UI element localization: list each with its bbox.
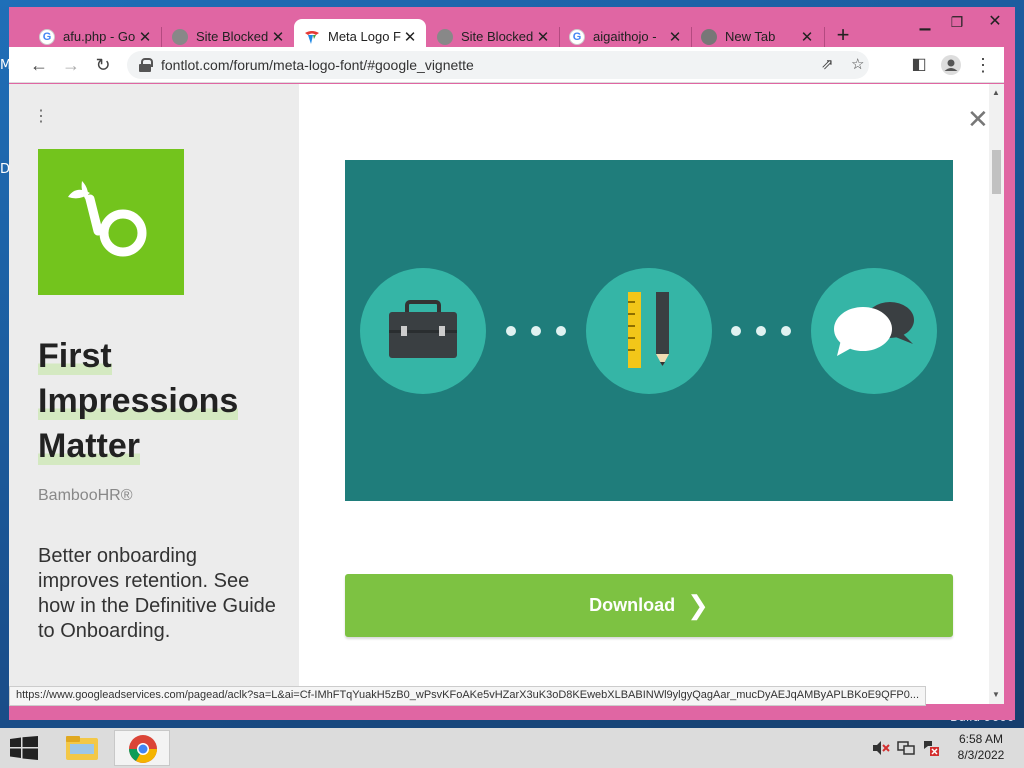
fontlot-icon <box>304 29 320 45</box>
minimize-button[interactable]: ▁ <box>909 9 941 35</box>
close-tab-icon[interactable]: ✕ <box>137 28 153 46</box>
ad-copy[interactable]: Better onboarding improves retention. Se… <box>38 544 278 644</box>
action-center-icon[interactable] <box>922 740 940 756</box>
side-panel-icon[interactable]: ◧ <box>907 53 931 77</box>
new-tab-button[interactable]: + <box>831 23 855 47</box>
lock-icon[interactable] <box>139 58 153 72</box>
tab-title: Meta Logo F <box>328 29 401 44</box>
bookmark-star-icon[interactable]: ☆ <box>851 51 864 79</box>
download-button[interactable]: Download ❯ <box>345 574 953 637</box>
profile-avatar[interactable] <box>939 53 963 77</box>
sidebar-ad[interactable]: ⋮ First Impressions Matter BambooHR® Bet… <box>9 84 299 704</box>
google-icon: G <box>39 28 55 45</box>
address-bar[interactable]: fontlot.com/forum/meta-logo-font/#google… <box>127 51 869 79</box>
close-tab-icon[interactable]: ✕ <box>667 28 683 46</box>
tab-separator <box>824 27 825 47</box>
vertical-scrollbar[interactable]: ▲ ▼ <box>989 84 1004 704</box>
chrome-taskbar-icon[interactable] <box>114 730 170 766</box>
reload-button[interactable]: ↻ <box>91 53 115 77</box>
google-icon: G <box>569 28 585 45</box>
scroll-down-icon[interactable]: ▼ <box>992 690 1000 699</box>
forward-button[interactable]: → <box>59 53 83 77</box>
headline-line: First <box>38 337 112 375</box>
tab-title: aigaithojo - <box>593 29 657 44</box>
tab-title: Site Blocked <box>461 29 534 44</box>
back-button[interactable]: ← <box>27 53 51 77</box>
globe-icon <box>437 28 453 45</box>
headline-line: Impressions <box>38 382 239 420</box>
download-label: Download <box>589 595 676 615</box>
close-tab-icon[interactable]: ✕ <box>799 28 815 46</box>
menu-kebab-icon[interactable]: ⋮ <box>971 53 995 77</box>
volume-muted-icon[interactable] <box>872 740 890 756</box>
taskbar: 6:58 AM 8/3/2022 <box>0 728 1024 768</box>
chevron-right-icon: ❯ <box>687 590 709 620</box>
headline-line: Matter <box>38 427 141 465</box>
share-icon[interactable]: ⇗ <box>821 51 834 79</box>
close-tab-icon[interactable]: ✕ <box>402 28 418 46</box>
tab-title: New Tab <box>725 29 776 44</box>
close-window-button[interactable]: ✕ <box>975 9 1015 35</box>
tab-title: afu.php - Go <box>63 29 136 44</box>
windows-start-icon[interactable] <box>10 736 38 760</box>
scroll-up-icon[interactable]: ▲ <box>992 88 1000 97</box>
ad-headline[interactable]: First Impressions Matter <box>38 334 288 469</box>
scroll-thumb[interactable] <box>992 150 1001 194</box>
chrome-icon <box>701 28 717 45</box>
ad-banner-image[interactable] <box>345 160 953 501</box>
url-text[interactable]: fontlot.com/forum/meta-logo-font/#google… <box>161 57 474 73</box>
tab-title: Site Blocked <box>196 29 269 44</box>
page-content: ⋮ First Impressions Matter BambooHR® Bet… <box>9 84 1004 704</box>
close-tab-icon[interactable]: ✕ <box>535 28 551 46</box>
file-explorer-icon[interactable] <box>54 730 110 766</box>
status-url-bar: https://www.googleadservices.com/pagead/… <box>9 686 927 706</box>
network-icon[interactable] <box>897 740 915 756</box>
close-icon[interactable]: ✕ <box>967 106 989 132</box>
clock-time: 6:58 AM <box>958 732 1004 746</box>
close-tab-icon[interactable]: ✕ <box>270 28 286 46</box>
maximize-button[interactable]: ❐ <box>941 9 973 35</box>
clock-date: 8/3/2022 <box>957 748 1005 762</box>
ad-brand[interactable]: BambooHR® <box>38 487 133 505</box>
browser-toolbar: ← → ↻ fontlot.com/forum/meta-logo-font/#… <box>9 47 1004 83</box>
bamboohr-logo[interactable] <box>38 149 184 295</box>
ad-options-icon[interactable]: ⋮ <box>33 106 49 126</box>
system-clock[interactable]: 6:58 AM 8/3/2022 <box>942 731 1020 763</box>
globe-icon <box>172 28 188 45</box>
